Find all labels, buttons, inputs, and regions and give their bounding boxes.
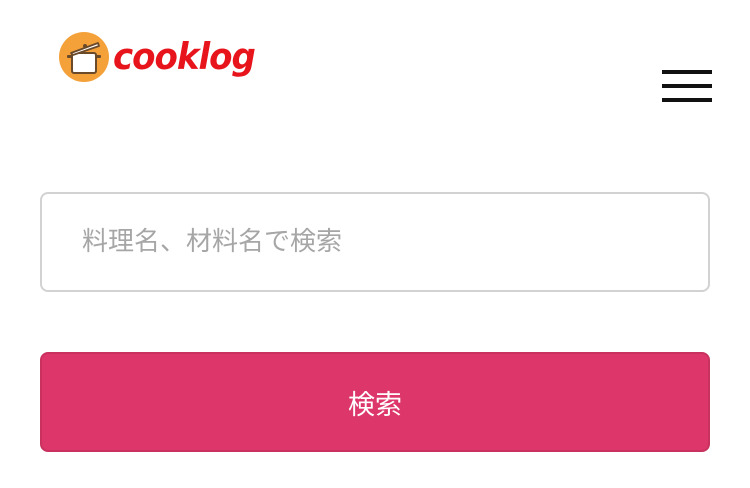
- hamburger-menu-icon[interactable]: [658, 66, 714, 106]
- menu-bar: [662, 70, 712, 74]
- logo-text: cooklog: [113, 35, 256, 79]
- menu-bar: [662, 98, 712, 102]
- menu-bar: [662, 84, 712, 88]
- search-button[interactable]: 検索: [40, 352, 710, 452]
- logo[interactable]: cooklog: [58, 30, 256, 84]
- pot-icon: [59, 32, 109, 82]
- header: cooklog: [0, 0, 750, 120]
- search-input[interactable]: [40, 192, 710, 292]
